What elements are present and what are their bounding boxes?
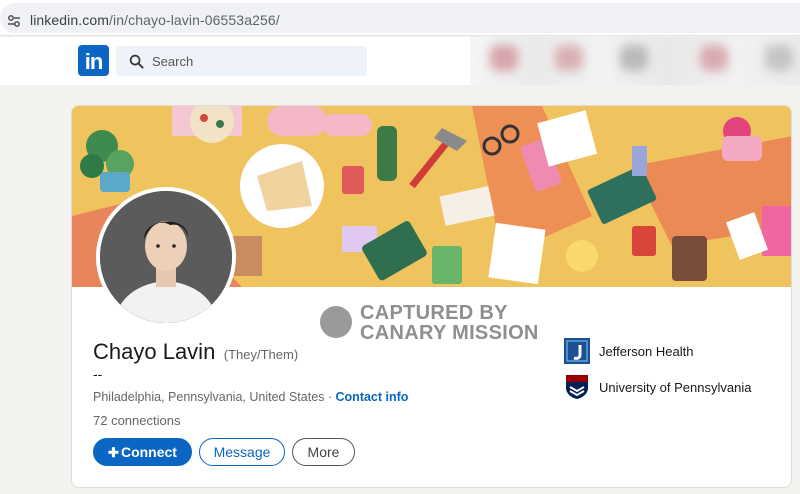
profile-avatar[interactable] — [96, 187, 236, 327]
search-placeholder: Search — [152, 54, 194, 69]
profile-location-row: Philadelphia, Pennsylvania, United State… — [93, 390, 408, 404]
message-button[interactable]: Message — [199, 438, 285, 466]
contact-info-link[interactable]: Contact info — [336, 390, 409, 404]
org-name: University of Pennsylvania — [599, 380, 752, 395]
profile-photo — [100, 191, 232, 323]
location-separator: · — [324, 390, 336, 404]
search-icon — [129, 54, 144, 69]
watermark-text: CAPTURED BY CANARY MISSION — [360, 303, 539, 343]
profile-headline: -- — [93, 366, 103, 382]
connect-button-label: Connect — [120, 444, 177, 460]
site-settings-icon[interactable] — [6, 13, 22, 29]
canary-mission-logo-icon — [320, 306, 352, 338]
search-input[interactable]: Search — [116, 46, 367, 76]
blurred-nav-icons — [470, 37, 800, 85]
linkedin-top-nav: in Search — [0, 37, 800, 85]
connect-button[interactable]: ✚ Connect — [93, 438, 192, 466]
browser-address-bar: linkedin.com/in/chayo-lavin-06553a256/ — [0, 0, 800, 36]
url-field[interactable]: linkedin.com/in/chayo-lavin-06553a256/ — [0, 3, 800, 33]
upenn-shield-icon — [566, 375, 588, 399]
linkedin-logo-icon[interactable]: in — [78, 45, 109, 76]
url-host: linkedin.com — [30, 12, 110, 28]
watermark-line-1: CAPTURED BY — [360, 302, 508, 324]
watermark-line-2: CANARY MISSION — [360, 322, 539, 344]
profile-pronouns: (They/Them) — [223, 347, 299, 362]
profile-name: Chayo Lavin — [93, 339, 216, 364]
more-button[interactable]: More — [292, 438, 355, 466]
profile-location: Philadelphia, Pennsylvania, United State… — [93, 390, 325, 404]
url-path: /in/chayo-lavin-06553a256/ — [109, 12, 280, 28]
add-person-icon: ✚ — [108, 445, 119, 460]
org-name: Jefferson Health — [599, 344, 694, 359]
url-text[interactable]: linkedin.com/in/chayo-lavin-06553a256/ — [30, 12, 280, 28]
jefferson-logo-icon — [564, 338, 590, 364]
profile-name-row: Chayo Lavin (They/Them) — [93, 339, 298, 365]
connections-count[interactable]: 72 connections — [93, 413, 180, 428]
